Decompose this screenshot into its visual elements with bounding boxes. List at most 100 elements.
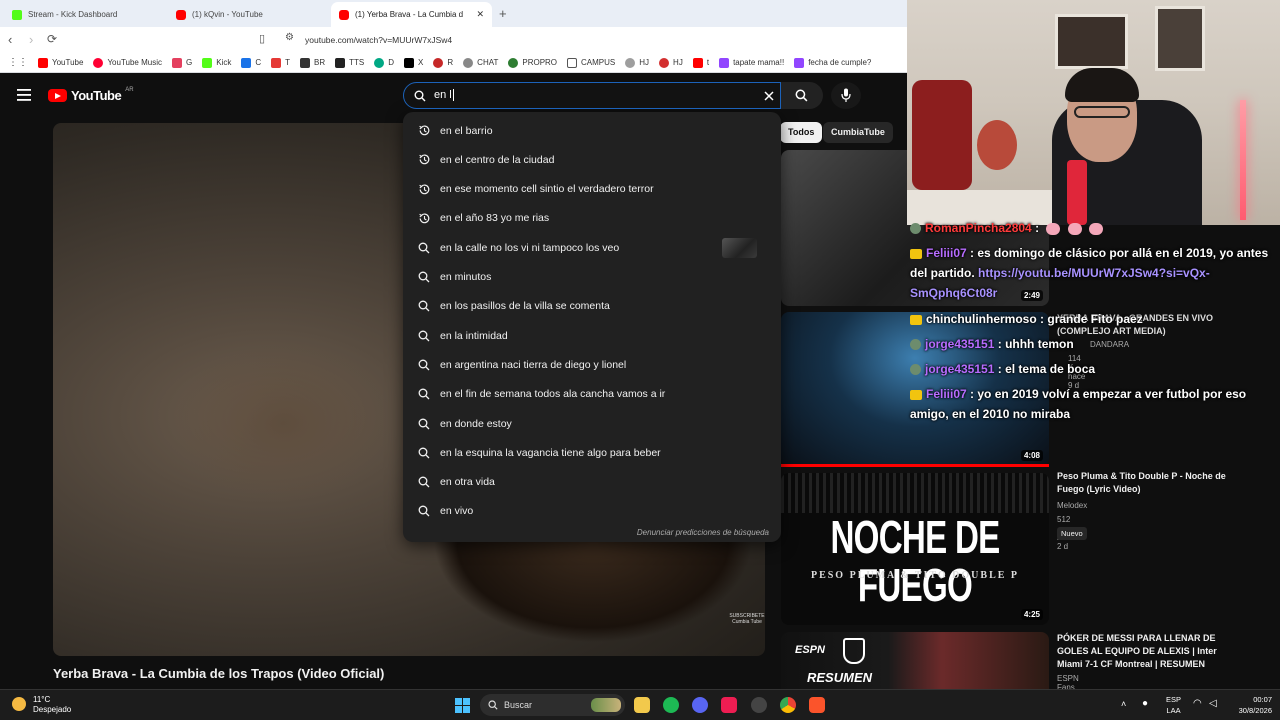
- related-video-thumbnail[interactable]: ESPN RESUMEN: [781, 632, 1049, 689]
- reload-icon[interactable]: ⟳: [47, 32, 57, 46]
- voice-search-button[interactable]: [831, 82, 861, 109]
- related-channel[interactable]: Melodex: [1057, 501, 1087, 510]
- tab-label: (1) kQvin - YouTube: [192, 10, 263, 19]
- search-box[interactable]: en l: [403, 82, 781, 109]
- search-suggestion[interactable]: en minutos: [403, 263, 781, 292]
- search-suggestion[interactable]: en donde estoy: [403, 409, 781, 438]
- search-suggestion[interactable]: en el centro de la ciudad: [403, 145, 781, 174]
- bookmark-item[interactable]: D: [374, 57, 394, 68]
- clock-date: 30/8/2026: [1238, 706, 1272, 715]
- bookmark-item[interactable]: X: [404, 57, 424, 68]
- search-suggestion[interactable]: en vivo: [403, 497, 781, 526]
- clock[interactable]: 00:07 30/8/2026: [1239, 694, 1272, 716]
- chrome-icon[interactable]: [780, 697, 796, 713]
- spotify-icon[interactable]: [663, 697, 679, 713]
- brave-icon[interactable]: [809, 697, 825, 713]
- bookmark-item[interactable]: tapate mama!!: [719, 57, 784, 68]
- bookmark-item[interactable]: R: [433, 57, 453, 68]
- search-suggestion[interactable]: en argentina naci tierra de diego y lion…: [403, 350, 781, 379]
- chip-todos[interactable]: Todos: [780, 122, 823, 143]
- search-button[interactable]: [781, 82, 823, 109]
- suggestion-text: en la calle no los vi ni tampoco los veo: [440, 241, 620, 254]
- search-suggestion[interactable]: en el barrio: [403, 116, 781, 145]
- search-suggestion[interactable]: en la calle no los vi ni tampoco los veo: [403, 233, 781, 262]
- windows-start-icon[interactable]: [455, 698, 470, 713]
- chat-username: RomanPincha2804: [925, 221, 1032, 235]
- lang-layout: LAA: [1166, 706, 1181, 715]
- suggestion-text: en otra vida: [440, 476, 495, 489]
- bookmark-label: X: [418, 58, 424, 67]
- related-video-thumbnail[interactable]: NOCHE DE FUEGO PESO PLUMA & TITO DOUBLE …: [781, 473, 1049, 625]
- related-video-title[interactable]: Peso Pluma & Tito Double P - Noche de Fu…: [1057, 470, 1227, 496]
- microphone-tray-icon[interactable]: ●: [1142, 698, 1148, 709]
- site-info-icon[interactable]: ⚙: [285, 32, 294, 43]
- chip-cumbiatube[interactable]: CumbiaTube: [823, 122, 893, 143]
- site-icon: [508, 57, 519, 68]
- wall-photo: [1155, 6, 1205, 71]
- bookmark-item[interactable]: G: [172, 57, 192, 68]
- bookmark-item[interactable]: T: [271, 57, 290, 68]
- country-code: AR: [125, 86, 134, 93]
- search-suggestion[interactable]: en la intimidad: [403, 321, 781, 350]
- search-suggestion[interactable]: en el año 83 yo me rias: [403, 204, 781, 233]
- url-field[interactable]: youtube.com/watch?v=MUUrW7xJSw4: [305, 35, 452, 45]
- chat-username: chinchulinhermoso: [926, 312, 1037, 326]
- suggestion-text: en la intimidad: [440, 329, 508, 342]
- forward-icon[interactable]: ›: [29, 32, 33, 47]
- steam-icon[interactable]: [751, 697, 767, 713]
- tab-kick-dashboard[interactable]: Stream - Kick Dashboard: [4, 2, 166, 27]
- search-suggestion[interactable]: en otra vida: [403, 468, 781, 497]
- language-indicator[interactable]: ESP LAA: [1166, 694, 1181, 716]
- thumbnail-title-text: NOCHE DE FUEGO: [830, 511, 1000, 611]
- bookmark-item[interactable]: t: [692, 57, 709, 68]
- tab-kqvin-youtube[interactable]: (1) kQvin - YouTube: [168, 2, 328, 27]
- crown-badge-icon: [910, 389, 922, 400]
- discord-icon[interactable]: [692, 697, 708, 713]
- back-icon[interactable]: ‹: [8, 32, 12, 47]
- bookmark-icon[interactable]: ▯: [259, 32, 265, 45]
- bookmark-item[interactable]: YouTube Music: [93, 57, 162, 68]
- search-icon: [414, 90, 426, 102]
- menu-icon[interactable]: [17, 89, 31, 101]
- search-icon: [488, 700, 498, 710]
- close-tab-icon[interactable]: ✕: [476, 9, 484, 20]
- logo-text: YouTube: [71, 88, 122, 103]
- bookmark-item[interactable]: YouTube: [38, 57, 83, 68]
- chat-text: :: [1035, 221, 1040, 235]
- youtube-logo[interactable]: YouTube AR: [48, 86, 134, 103]
- bookmark-item[interactable]: C: [241, 57, 261, 68]
- tiktok-icon[interactable]: [721, 697, 737, 713]
- bookmark-item[interactable]: CHAT: [463, 57, 498, 68]
- taskbar-search[interactable]: Buscar: [480, 694, 625, 716]
- bookmark-item[interactable]: Kick: [202, 57, 231, 68]
- suggestion-text: en la esquina la vagancia tiene algo par…: [440, 446, 661, 459]
- search-suggestion[interactable]: en la esquina la vagancia tiene algo par…: [403, 438, 781, 467]
- file-explorer-icon[interactable]: [634, 697, 650, 713]
- search-suggestion[interactable]: en los pasillos de la villa se comenta: [403, 292, 781, 321]
- related-video-title[interactable]: PÓKER DE MESSI PARA LLENAR DE GOLES AL E…: [1057, 632, 1222, 671]
- bookmark-item[interactable]: CAMPUS: [567, 57, 615, 68]
- bookmark-item[interactable]: TTS: [335, 57, 364, 68]
- search-suggestion[interactable]: en el fin de semana todos ala cancha vam…: [403, 380, 781, 409]
- webcam-overlay: [907, 0, 1280, 225]
- bookmark-item[interactable]: HJ: [659, 57, 683, 68]
- site-icon: [625, 57, 636, 68]
- bookmark-item[interactable]: PROPRO: [508, 57, 557, 68]
- weather-widget[interactable]: 11°C Despejado: [33, 695, 71, 715]
- apps-icon[interactable]: ⋮⋮: [8, 57, 28, 68]
- bookmark-item[interactable]: HJ: [625, 57, 649, 68]
- new-tab-button[interactable]: +: [499, 6, 507, 21]
- chat-message: Feliii07 : es domingo de clásico por all…: [910, 243, 1278, 303]
- search-icon: [795, 89, 808, 102]
- clear-search-icon[interactable]: [764, 91, 774, 101]
- volume-icon[interactable]: ◁: [1209, 698, 1217, 709]
- report-predictions-link[interactable]: Denunciar predicciones de búsqueda: [637, 528, 769, 537]
- tray-overflow-icon[interactable]: ˄: [1121, 699, 1126, 709]
- tab-yerba-brava[interactable]: (1) Yerba Brava - La Cumbia d ✕: [331, 2, 492, 27]
- bookmark-item[interactable]: fecha de cumple?: [794, 57, 871, 68]
- bookmark-item[interactable]: BR: [300, 57, 325, 68]
- search-input[interactable]: en l: [434, 89, 454, 102]
- wifi-icon[interactable]: ◠: [1193, 698, 1202, 709]
- search-suggestion[interactable]: en ese momento cell sintio el verdadero …: [403, 175, 781, 204]
- suggestion-text: en el centro de la ciudad: [440, 153, 555, 166]
